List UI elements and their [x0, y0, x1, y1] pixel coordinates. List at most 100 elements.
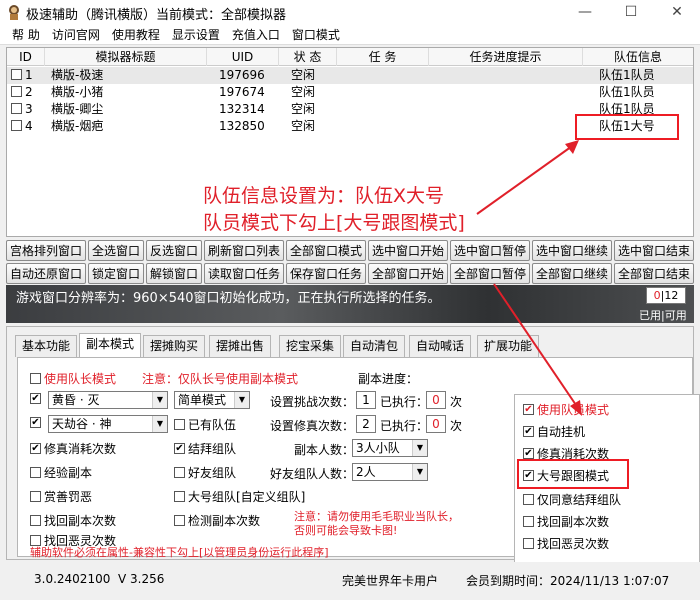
row-checkbox[interactable] — [11, 86, 22, 97]
read-task-button[interactable]: 读取窗口任务 — [204, 263, 284, 284]
maximize-button[interactable]: ☐ — [608, 0, 654, 24]
lock-window-button[interactable]: 锁定窗口 — [88, 263, 144, 284]
version-number: 3.0.2402100 — [34, 572, 111, 586]
row-title: 横版-极速 — [51, 68, 104, 82]
tab-auto-shout[interactable]: 自动喊话 — [409, 335, 472, 357]
executed-label-2: 已执行： — [380, 419, 429, 433]
select-all-button[interactable]: 全选窗口 — [88, 240, 144, 261]
invert-select-button[interactable]: 反选窗口 — [146, 240, 202, 261]
dungeon2-checkbox[interactable]: ✔ — [30, 416, 44, 430]
set-challenge-label: 设置挑战次数： — [270, 395, 355, 409]
row-team: 队伍1队员 — [599, 68, 655, 82]
row-checkbox[interactable] — [11, 103, 22, 114]
current-mode-label: 当前模式：全部模拟器 — [156, 8, 287, 23]
col-title[interactable]: 模拟器标题 — [45, 48, 207, 66]
tab-stall-sell[interactable]: 摆摊出售 — [209, 335, 272, 357]
check-dungeon-checkbox[interactable]: 检测副本次数 — [174, 512, 260, 529]
menu-window-mode[interactable]: 窗口模式 — [286, 26, 346, 43]
dungeon1-checkbox[interactable]: ✔ — [30, 392, 44, 406]
all-start-button[interactable]: 全部窗口开始 — [368, 263, 448, 284]
auto-restore-button[interactable]: 自动还原窗口 — [6, 263, 86, 284]
emulator-table: ID 模拟器标题 UID 状 态 任 务 任务进度提示 队伍信息 1 横版-极速… — [6, 47, 694, 237]
row-checkbox[interactable] — [11, 69, 22, 80]
expire-time: 会员到期时间：2024/11/13 1:07:07 — [466, 574, 670, 588]
row-id: 4 — [25, 119, 33, 133]
dungeon-people-select[interactable]: 3人小队 ▼ — [352, 439, 428, 457]
repair-count-input[interactable]: 2 — [356, 415, 376, 433]
times-label-2: 次 — [450, 419, 463, 433]
tab-auto-clean[interactable]: 自动清包 — [343, 335, 406, 357]
user-type: 完美世界年卡用户 — [342, 574, 439, 588]
sworn-team-checkbox[interactable]: ✔ 结拜组队 — [174, 440, 236, 457]
find-dungeon-checkbox[interactable]: 找回副本次数 — [30, 512, 116, 529]
used-count: 0 — [653, 289, 661, 302]
friend-people-label: 好友组队人数： — [270, 467, 355, 481]
menu-display-settings[interactable]: 显示设置 — [166, 26, 226, 43]
menu-tutorial[interactable]: 使用教程 — [106, 26, 166, 43]
tab-stall-buy[interactable]: 摆摊购买 — [143, 335, 206, 357]
annotation-line-2: 队员模式下勾上[大号跟图模式] — [203, 212, 465, 234]
annotation-arrow-2-icon — [493, 283, 582, 416]
selected-pause-button[interactable]: 选中窗口暂停 — [450, 240, 530, 261]
close-button[interactable]: ✕ — [654, 0, 700, 24]
row-uid: 132850 — [219, 119, 265, 133]
minimize-button[interactable]: — — [562, 0, 608, 24]
unlock-window-button[interactable]: 解锁窗口 — [146, 263, 202, 284]
col-status[interactable]: 状 态 — [279, 48, 337, 66]
selected-end-button[interactable]: 选中窗口结束 — [614, 240, 694, 261]
selected-start-button[interactable]: 选中窗口开始 — [368, 240, 448, 261]
col-uid[interactable]: UID — [207, 48, 279, 66]
exp-dungeon-checkbox[interactable]: 经验副本 — [30, 464, 92, 481]
dungeon1-select[interactable]: 黄昏 · 灭 ▼ — [48, 391, 168, 409]
window-count-box: 0|12 — [646, 287, 686, 304]
challenge-count-input[interactable]: 1 — [356, 391, 376, 409]
leader-mode-checkbox[interactable]: 使用队长模式 — [30, 370, 116, 387]
friend-team-checkbox[interactable]: 好友组队 — [174, 464, 236, 481]
window-title: 极速辅助（腾讯横版） — [26, 8, 157, 23]
grid-arrange-button[interactable]: 宫格排列窗口 — [6, 240, 86, 261]
reward-punish-checkbox[interactable]: 赏善罚恶 — [30, 488, 92, 505]
dungeon2-select[interactable]: 天劫谷 · 神 ▼ — [48, 415, 168, 433]
row-title: 横版-卿尘 — [51, 102, 104, 116]
save-task-button[interactable]: 保存窗口任务 — [286, 263, 366, 284]
col-id[interactable]: ID — [7, 48, 45, 66]
follow-map-highlight-box — [517, 459, 629, 489]
control-button-grid: 宫格排列窗口 全选窗口 反选窗口 刷新窗口列表 全部窗口模式 选中窗口开始 选中… — [6, 240, 694, 284]
menu-recharge[interactable]: 充值入口 — [226, 26, 286, 43]
version-label: V 3.256 — [118, 572, 165, 586]
footer-bar: 3.0.2402100 V 3.256 完美世界年卡用户 会员到期时间：2024… — [0, 562, 700, 600]
difficulty-select[interactable]: 简单模式 ▼ — [174, 391, 250, 409]
menu-help[interactable]: 帮 助 — [6, 26, 46, 43]
col-progress[interactable]: 任务进度提示 — [429, 48, 583, 66]
row-checkbox[interactable] — [11, 120, 22, 131]
main-custom-team-checkbox[interactable]: 大号组队[自定义组队] — [174, 488, 305, 505]
table-row[interactable]: 1 横版-极速 197696 空闲 队伍1队员 — [7, 67, 693, 84]
agree-sworn-only-checkbox[interactable]: 仅同意结拜组队 — [523, 491, 621, 508]
row-id: 2 — [25, 85, 33, 99]
executed-label-1: 已执行： — [380, 395, 429, 409]
all-window-mode-button[interactable]: 全部窗口模式 — [286, 240, 366, 261]
all-end-button[interactable]: 全部窗口结束 — [614, 263, 694, 284]
menu-official-site[interactable]: 访问官网 — [46, 26, 106, 43]
col-team[interactable]: 队伍信息 — [583, 48, 693, 66]
executed-count-2: 0 — [426, 415, 446, 433]
refresh-list-button[interactable]: 刷新窗口列表 — [204, 240, 284, 261]
annotation-line-1: 队伍信息设置为：队伍X大号 — [203, 185, 445, 207]
tab-basic[interactable]: 基本功能 — [15, 335, 78, 357]
row-id: 1 — [25, 68, 33, 82]
warning-line-2: 否则可能会导致卡图! — [294, 524, 398, 537]
selected-resume-button[interactable]: 选中窗口继续 — [532, 240, 612, 261]
row-status: 空闲 — [291, 85, 316, 99]
member-find-evil-checkbox[interactable]: 找回恶灵次数 — [523, 535, 609, 552]
col-task[interactable]: 任 务 — [337, 48, 429, 66]
row-status: 空闲 — [291, 102, 316, 116]
tab-dig-collect[interactable]: 挖宝采集 — [279, 335, 342, 357]
table-row[interactable]: 2 横版-小猪 197674 空闲 队伍1队员 — [7, 84, 693, 101]
tab-dungeon-mode[interactable]: 副本模式 — [79, 333, 142, 357]
app-logo-icon — [9, 5, 19, 20]
has-team-checkbox[interactable]: 已有队伍 — [174, 416, 236, 433]
repair-consume-checkbox[interactable]: ✔ 修真消耗次数 — [30, 440, 116, 457]
table-header: ID 模拟器标题 UID 状 态 任 务 任务进度提示 队伍信息 — [7, 48, 693, 66]
member-find-dungeon-checkbox[interactable]: 找回副本次数 — [523, 513, 609, 530]
friend-people-select[interactable]: 2人 ▼ — [352, 463, 428, 481]
